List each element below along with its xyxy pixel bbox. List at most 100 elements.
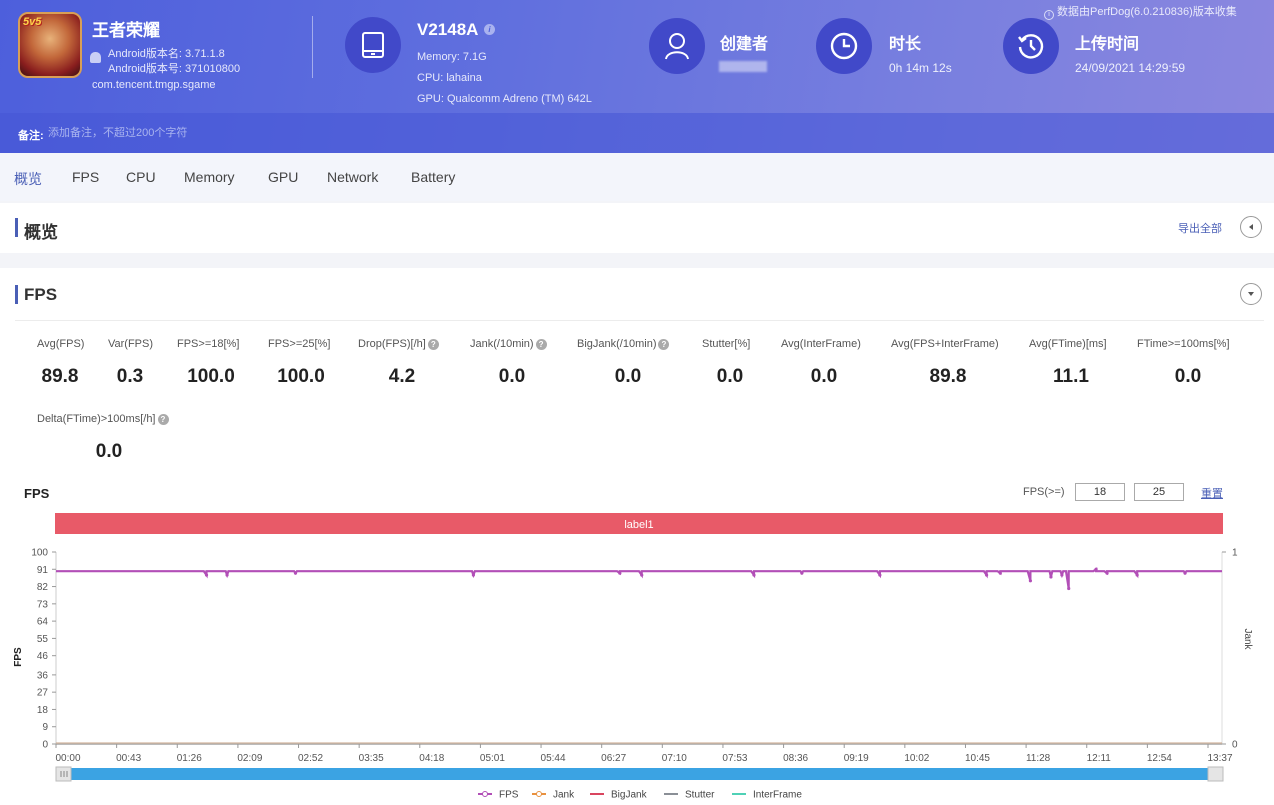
- metric-value: 11.1: [1053, 366, 1089, 387]
- fps-threshold-high-input[interactable]: [1134, 483, 1184, 501]
- android-version-code: Android版本号: 371010800: [108, 63, 241, 75]
- metric-label-text: Jank(/10min): [470, 338, 534, 350]
- metric-value: 4.2: [388, 366, 416, 387]
- reset-link[interactable]: 重置: [1201, 485, 1223, 501]
- export-all-link[interactable]: 导出全部: [1178, 220, 1222, 236]
- section-divider: [15, 320, 1264, 321]
- tab-memory[interactable]: Memory: [184, 169, 235, 185]
- remark-input[interactable]: [48, 125, 308, 141]
- history-icon: [1018, 34, 1044, 59]
- duration-icon-circle: [816, 18, 872, 74]
- help-icon[interactable]: ?: [535, 339, 547, 350]
- metric-value: 89.8: [929, 366, 967, 387]
- fps-threshold-low-input[interactable]: [1075, 483, 1125, 501]
- expand-down-button[interactable]: [1240, 283, 1262, 305]
- device-gpu: GPU: Qualcomm Adreno (TM) 642L: [417, 93, 592, 105]
- zoom-slider-track[interactable]: [56, 768, 1222, 780]
- device-model: V2148A: [417, 20, 479, 39]
- upload-time: 24/09/2021 14:29:59: [1075, 61, 1186, 75]
- report-header: 5v5 王者荣耀 Android版本名: 3.71.1.8 Android版本号…: [0, 0, 1274, 153]
- tab-overview[interactable]: 概览: [14, 169, 42, 189]
- app-icon-badge: 5v5: [23, 16, 42, 28]
- tab-network[interactable]: Network: [327, 169, 378, 185]
- android-icon: [90, 52, 101, 63]
- metric-label-text: Drop(FPS)[/h]: [358, 338, 426, 350]
- metric-label: Avg(FPS+InterFrame): [891, 338, 999, 350]
- fps-section-title: FPS: [24, 285, 58, 304]
- zoom-slider-handle-right[interactable]: [1207, 766, 1224, 782]
- help-icon[interactable]: ?: [157, 414, 169, 425]
- user-icon: [665, 33, 689, 60]
- duration-title: 时长: [889, 36, 922, 53]
- metric-value: 0.0: [498, 366, 526, 387]
- overview-card: [0, 203, 1274, 253]
- metric-label: Delta(FTime)>100ms[/h]?: [37, 413, 169, 425]
- header-divider: [312, 16, 313, 78]
- clock-icon: [830, 32, 858, 60]
- device-info-icon[interactable]: i: [484, 24, 495, 35]
- section-marker: [15, 285, 18, 304]
- package-name: com.tencent.tmgp.sgame: [92, 79, 216, 91]
- metric-label-text: Avg(FPS): [37, 338, 85, 350]
- metric-label-text: Avg(FTime)[ms]: [1029, 338, 1107, 350]
- metric-label: Avg(InterFrame): [781, 338, 861, 350]
- metric-label-text: FPS>=25[%]: [268, 338, 331, 350]
- android-version-name: Android版本名: 3.71.1.8: [108, 48, 225, 60]
- metric-value: 0.0: [1174, 366, 1202, 387]
- tab-battery[interactable]: Battery: [411, 169, 455, 185]
- metric-value: 100.0: [277, 366, 325, 387]
- metric-label: Drop(FPS)[/h]?: [358, 338, 439, 350]
- metric-value: 0.0: [95, 441, 123, 462]
- caret-left-icon: [1249, 224, 1253, 230]
- duration-value: 0h 14m 12s: [889, 61, 952, 75]
- caret-down-icon: [1248, 292, 1254, 296]
- creator-icon-circle: [649, 18, 705, 74]
- metric-value: 89.8: [41, 366, 79, 387]
- metric-label-text: FTime>=100ms[%]: [1137, 338, 1230, 350]
- metric-label: Avg(FPS): [37, 338, 84, 350]
- metric-label: Var(FPS): [108, 338, 153, 350]
- device-icon-circle: [345, 17, 401, 73]
- metric-label-text: Avg(InterFrame): [781, 338, 861, 350]
- metric-label: Stutter[%]: [702, 338, 750, 350]
- metric-label-text: Avg(FPS+InterFrame): [891, 338, 999, 350]
- creator-value-blurred: [719, 61, 767, 72]
- metric-label: FTime>=100ms[%]: [1137, 338, 1230, 350]
- perfdog-version-text: 数据由PerfDog(6.0.210836)版本收集: [1057, 6, 1237, 18]
- metric-value: 0.0: [614, 366, 642, 387]
- help-icon[interactable]: ?: [658, 339, 670, 350]
- metric-label: FPS>=25[%]: [268, 338, 330, 350]
- app-icon: 5v5: [18, 12, 82, 78]
- metric-label: Avg(FTime)[ms]: [1029, 338, 1107, 350]
- section-marker: [15, 218, 18, 237]
- device-cpu: CPU: lahaina: [417, 72, 482, 84]
- metric-label-text: Var(FPS): [108, 338, 154, 350]
- zoom-slider-handle-left[interactable]: [55, 766, 72, 782]
- overview-title: 概览: [24, 223, 58, 242]
- tab-fps[interactable]: FPS: [72, 169, 99, 185]
- metric-value: 0.3: [116, 366, 144, 387]
- remark-label: 备注:: [18, 130, 44, 142]
- metric-value: 0.0: [810, 366, 838, 387]
- app-name: 王者荣耀: [92, 21, 160, 40]
- tablet-icon: [362, 32, 384, 58]
- metric-value: 0.0: [716, 366, 744, 387]
- metric-label-text: Delta(FTime)>100ms[/h]: [37, 413, 156, 425]
- metric-label-text: Stutter[%]: [702, 338, 751, 350]
- chart-title: FPS: [24, 486, 50, 501]
- info-icon: i: [1044, 10, 1054, 20]
- fps-threshold-label: FPS(>=): [1023, 486, 1065, 498]
- perfdog-version-note: i 数据由PerfDog(6.0.210836)版本收集: [1044, 3, 1237, 20]
- collapse-left-button[interactable]: [1240, 216, 1262, 238]
- help-icon[interactable]: ?: [427, 339, 439, 350]
- tab-cpu[interactable]: CPU: [126, 169, 156, 185]
- tab-gpu[interactable]: GPU: [268, 169, 298, 185]
- creator-title: 创建者: [720, 36, 769, 53]
- upload-title: 上传时间: [1075, 36, 1140, 53]
- upload-icon-circle: [1003, 18, 1059, 74]
- metric-label: Jank(/10min)?: [470, 338, 547, 350]
- metric-label-text: BigJank(/10min): [577, 338, 657, 350]
- metric-label: BigJank(/10min)?: [577, 338, 670, 350]
- metric-label: FPS>=18[%]: [177, 338, 239, 350]
- metric-value: 100.0: [187, 366, 235, 387]
